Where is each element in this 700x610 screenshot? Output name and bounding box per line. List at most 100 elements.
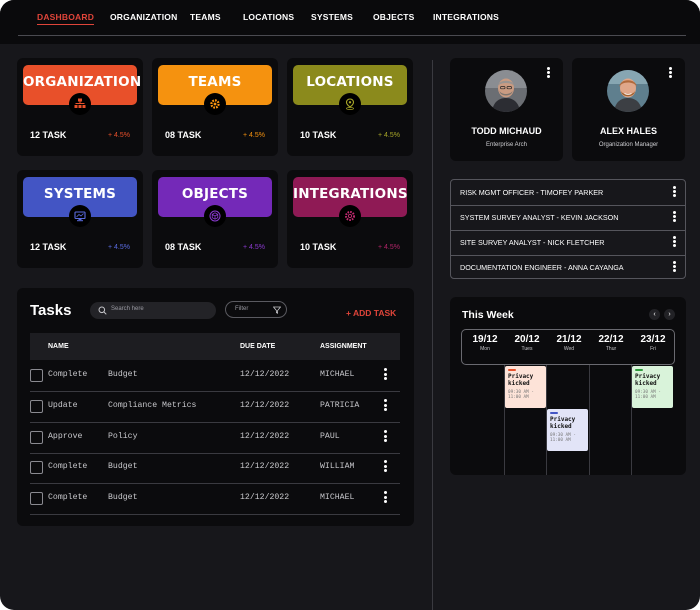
task-due-date: 12/12/2022 xyxy=(240,493,290,502)
column-name: NAME xyxy=(48,343,69,350)
day-thur[interactable]: 22/12 Thur xyxy=(590,334,632,352)
more-options-icon[interactable] xyxy=(547,67,551,79)
task-checkbox[interactable] xyxy=(30,369,43,382)
more-options-icon[interactable] xyxy=(669,67,673,79)
task-checkbox[interactable] xyxy=(30,461,43,474)
profile-role: Organization Manager xyxy=(598,142,659,148)
card-title: TEAMS xyxy=(188,74,242,90)
calendar-event[interactable]: Privacy kicked 09:30 AM - 11:00 AM xyxy=(632,366,673,408)
day-name: Thur xyxy=(605,346,617,352)
nav-locations[interactable]: LOCATIONS xyxy=(243,12,294,22)
card-title: ORGANIZATION xyxy=(23,74,142,90)
task-assignee: PATRICIA xyxy=(320,401,360,410)
location-pin-icon xyxy=(339,93,361,115)
profile-role: Enterprise Arch xyxy=(485,142,528,148)
day-date: 19/12 xyxy=(472,334,498,345)
day-fri[interactable]: 23/12 Fri xyxy=(632,334,674,352)
add-task-button[interactable]: + ADD TASK xyxy=(346,308,396,318)
assignment-text: SYSTEM SURVEY ANALYST - KEVIN JACKSON xyxy=(460,213,619,222)
card-objects[interactable]: OBJECTS 08 TASK + 4.5% xyxy=(152,170,278,268)
nav-objects[interactable]: OBJECTS xyxy=(373,12,415,22)
task-checkbox[interactable] xyxy=(30,431,43,444)
this-week-panel: This Week ‹ › 19/12 Mon 20/12 Tues 21/12… xyxy=(450,297,686,475)
card-change: + 4.5% xyxy=(378,244,400,251)
card-task-count: 10 TASK xyxy=(300,242,337,252)
list-item[interactable]: DOCUMENTATION ENGINEER - ANNA CAYANGA xyxy=(451,255,685,280)
task-item: Compliance Metrics xyxy=(108,401,197,410)
more-options-icon[interactable] xyxy=(384,368,388,382)
profile-name: ALEX HALES xyxy=(599,126,657,136)
more-options-icon[interactable] xyxy=(673,186,677,198)
profile-card[interactable]: ALEX HALES Organization Manager xyxy=(572,58,685,161)
list-item[interactable]: RISK MGMT OFFICER - TIMOFEY PARKER xyxy=(451,180,685,206)
nav-divider xyxy=(18,35,686,36)
task-assignee: WILLIAM xyxy=(320,462,355,471)
event-title: Privacy kicked xyxy=(635,373,661,387)
more-options-icon[interactable] xyxy=(673,211,677,223)
event-accent xyxy=(550,412,558,414)
task-checkbox[interactable] xyxy=(30,492,43,505)
event-accent xyxy=(508,369,516,371)
search-icon xyxy=(98,306,107,315)
task-assignee: MICHAEL xyxy=(320,370,355,379)
day-mon[interactable]: 19/12 Mon xyxy=(464,334,506,352)
more-options-icon[interactable] xyxy=(384,460,388,474)
more-options-icon[interactable] xyxy=(384,399,388,413)
more-options-icon[interactable] xyxy=(673,261,677,273)
task-assignee: MICHAEL xyxy=(320,493,355,502)
card-task-count: 12 TASK xyxy=(30,130,67,140)
card-systems[interactable]: SYSTEMS 12 TASK + 4.5% xyxy=(17,170,143,268)
table-row: Complete Budget 12/12/2022 WILLIAM xyxy=(30,452,400,484)
calendar-event[interactable]: Privacy kicked 09:30 AM - 11:00 AM xyxy=(547,409,588,451)
nav-integrations[interactable]: INTEGRATIONS xyxy=(433,12,499,22)
chevron-left-icon[interactable]: ‹ xyxy=(649,309,660,320)
day-wed[interactable]: 21/12 Wed xyxy=(548,334,590,352)
task-item: Budget xyxy=(108,462,138,471)
day-name: Mon xyxy=(480,346,490,352)
day-tues[interactable]: 20/12 Tues xyxy=(506,334,548,352)
table-row: Approve Policy 12/12/2022 PAUL xyxy=(30,422,400,454)
more-options-icon[interactable] xyxy=(384,430,388,444)
more-options-icon[interactable] xyxy=(673,236,677,248)
event-time: 09:30 AM - 11:00 AM xyxy=(635,390,661,400)
card-task-count: 08 TASK xyxy=(165,130,202,140)
top-nav-bar: DASHBOARD ORGANIZATION TEAMS LOCATIONS S… xyxy=(0,0,700,44)
profile-card[interactable]: TODD MICHAUD Enterprise Arch xyxy=(450,58,563,161)
card-change: + 4.5% xyxy=(243,132,265,139)
task-item: Policy xyxy=(108,432,138,441)
avatar xyxy=(607,70,649,112)
search-input[interactable]: Search here xyxy=(90,302,216,319)
chevron-right-icon[interactable]: › xyxy=(664,309,675,320)
more-options-icon[interactable] xyxy=(384,491,388,505)
list-item[interactable]: SITE SURVEY ANALYST - NICK FLETCHER xyxy=(451,230,685,256)
tasks-table-header: NAME DUE DATE ASSIGNMENT xyxy=(30,333,400,360)
column-due-date: DUE DATE xyxy=(240,343,276,350)
filter-icon xyxy=(273,306,281,314)
card-task-count: 10 TASK xyxy=(300,130,337,140)
event-time: 09:30 AM - 11:00 AM xyxy=(508,390,534,400)
nav-systems[interactable]: SYSTEMS xyxy=(311,12,353,22)
card-change: + 4.5% xyxy=(108,244,130,251)
assignment-text: SITE SURVEY ANALYST - NICK FLETCHER xyxy=(460,238,605,247)
nav-organization[interactable]: ORGANIZATION xyxy=(110,12,177,22)
card-task-count: 12 TASK xyxy=(30,242,67,252)
filter-label: Filter xyxy=(235,306,249,312)
task-checkbox[interactable] xyxy=(30,400,43,413)
event-title: Privacy kicked xyxy=(508,373,534,387)
table-row: Update Compliance Metrics 12/12/2022 PAT… xyxy=(30,391,400,423)
column-divider xyxy=(432,60,433,610)
task-action: Complete xyxy=(48,493,88,502)
card-integrations[interactable]: INTEGRATIONS 10 TASK + 4.5% xyxy=(287,170,413,268)
card-organization[interactable]: ORGANIZATION 12 TASK + 4.5% xyxy=(17,58,143,156)
search-placeholder: Search here xyxy=(111,306,144,312)
event-title: Privacy kicked xyxy=(550,416,576,430)
nav-dashboard[interactable]: DASHBOARD xyxy=(37,12,95,25)
card-locations[interactable]: LOCATIONS 10 TASK + 4.5% xyxy=(287,58,413,156)
calendar-event[interactable]: Privacy kicked 09:30 AM - 11:00 AM xyxy=(505,366,546,408)
integration-gear-icon xyxy=(339,205,361,227)
list-item[interactable]: SYSTEM SURVEY ANALYST - KEVIN JACKSON xyxy=(451,205,685,231)
card-teams[interactable]: TEAMS 08 TASK + 4.5% xyxy=(152,58,278,156)
nav-teams[interactable]: TEAMS xyxy=(190,12,221,22)
filter-dropdown[interactable]: Filter xyxy=(225,301,287,318)
assignment-list: RISK MGMT OFFICER - TIMOFEY PARKER SYSTE… xyxy=(450,179,686,279)
